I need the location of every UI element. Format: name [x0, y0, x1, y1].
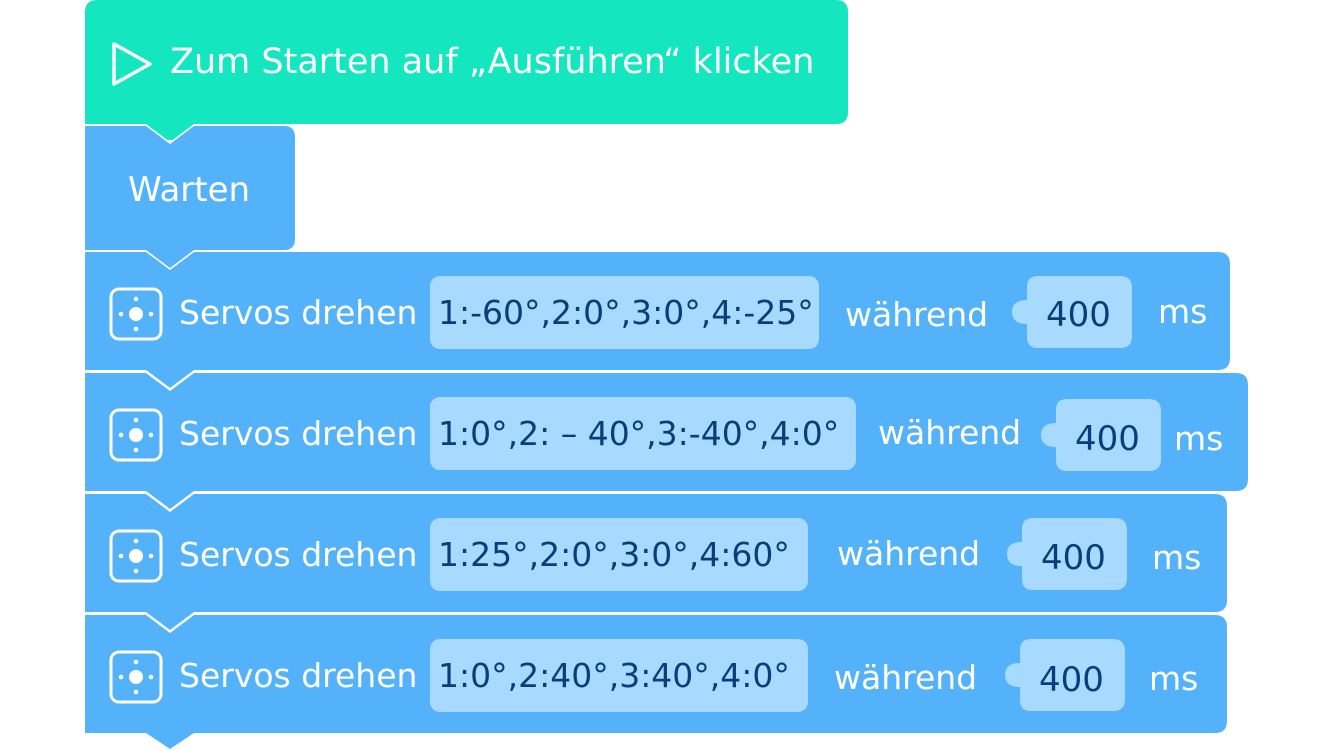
angles-input[interactable]: 1:0°,2:40°,3:40°,4:0° [430, 639, 808, 712]
during-label: während [837, 534, 981, 573]
angles-input[interactable]: 1:25°,2:0°,3:0°,4:60° [430, 518, 808, 591]
unit-label: ms [1158, 292, 1208, 331]
angles-input[interactable]: 1:-60°,2:0°,3:0°,4:-25° [430, 276, 819, 349]
servo-block-label: Servos drehen [179, 293, 418, 332]
angles-input[interactable]: 1:0°,2: – 40°,3:-40°,4:0° [430, 397, 856, 470]
servo-block-label: Servos drehen [179, 535, 418, 574]
servo-icon [109, 650, 163, 704]
during-label: während [845, 295, 989, 334]
servo-block-1[interactable]: Servos drehen 1:-60°,2:0°,3:0°,4:-25° wä… [0, 252, 1334, 392]
unit-label: ms [1152, 538, 1202, 577]
unit-label: ms [1149, 659, 1199, 698]
start-block[interactable]: Zum Starten auf „Ausführen“ klicken [0, 0, 1334, 140]
servo-icon [109, 287, 163, 341]
duration-input[interactable]: 400 [1056, 419, 1159, 459]
start-block-label: Zum Starten auf „Ausführen“ klicken [170, 42, 815, 82]
servo-icon [109, 408, 163, 462]
play-icon [112, 42, 152, 86]
duration-input[interactable]: 400 [1022, 538, 1125, 578]
duration-input[interactable]: 400 [1020, 660, 1123, 700]
during-label: während [834, 658, 978, 697]
unit-label: ms [1174, 419, 1224, 458]
duration-input[interactable]: 400 [1027, 295, 1130, 335]
wait-block-label: Warten [128, 170, 251, 210]
servo-block-label: Servos drehen [179, 656, 418, 695]
during-label: während [878, 413, 1022, 452]
servo-block-2[interactable]: Servos drehen 1:0°,2: – 40°,3:-40°,4:0° … [0, 373, 1334, 513]
servo-block-label: Servos drehen [179, 414, 418, 453]
servo-icon [109, 529, 163, 583]
servo-block-4[interactable]: Servos drehen 1:0°,2:40°,3:40°,4:0° währ… [0, 615, 1334, 750]
servo-block-3[interactable]: Servos drehen 1:25°,2:0°,3:0°,4:60° währ… [0, 494, 1334, 634]
